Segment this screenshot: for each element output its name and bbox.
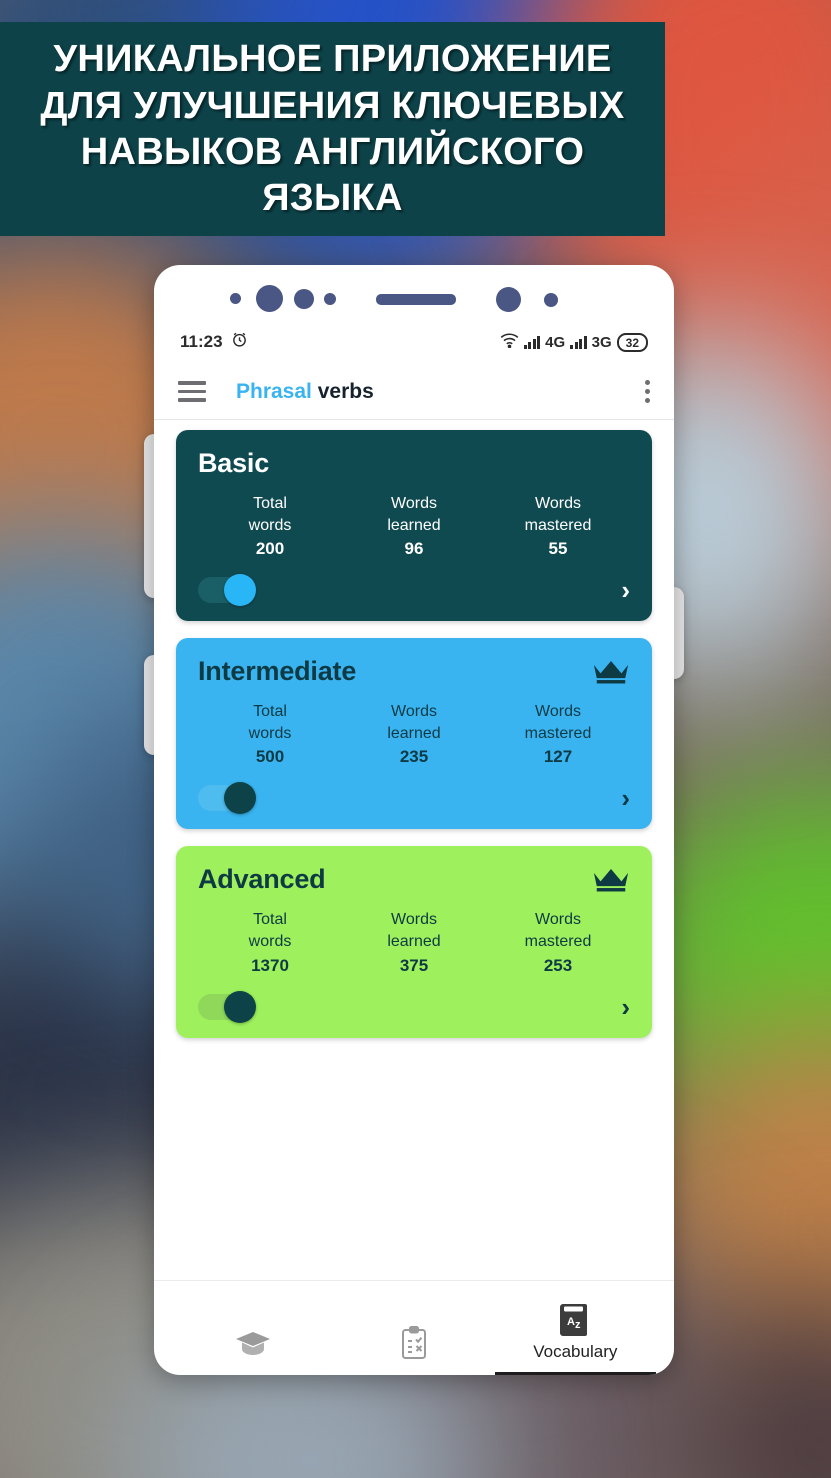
stat-total-words: Total words 500 (198, 701, 342, 767)
network-type-4g: 4G (545, 333, 566, 351)
stat-label-line2: mastered (524, 516, 592, 534)
stat-words-mastered: Words mastered 127 (486, 701, 630, 767)
decorative-dot-icon (230, 293, 241, 304)
stat-label-line1: Words (535, 911, 581, 929)
level-card-title: Basic (198, 448, 270, 478)
nav-tab-label: Vocabulary (533, 1342, 618, 1361)
hamburger-menu-icon[interactable] (178, 381, 206, 402)
stat-value: 500 (255, 747, 285, 767)
stat-label-line1: Words (535, 703, 581, 721)
more-vertical-icon[interactable] (645, 380, 650, 403)
stat-words-learned: Words learned 375 (342, 909, 486, 975)
stat-value: 235 (399, 747, 429, 767)
level-enable-toggle[interactable] (198, 574, 256, 607)
level-card-footer: › (198, 573, 630, 607)
stat-words-mastered: Words mastered 55 (486, 493, 630, 559)
stat-total-words: Total words 1370 (198, 909, 342, 975)
stat-label-line1: Words (535, 495, 581, 512)
stat-label-line1: Total (253, 495, 287, 512)
decorative-dot-icon (324, 293, 336, 305)
stat-label-line2: mastered (524, 724, 592, 742)
front-camera-icon (496, 287, 521, 312)
level-card-intermediate[interactable]: Intermediate Total words 500 Words learn… (176, 638, 652, 830)
level-card-title: Intermediate (198, 656, 357, 687)
stat-label-line1: Words (391, 703, 437, 721)
decorative-dot-icon (544, 293, 558, 307)
earpiece-speaker-bar-icon (376, 294, 456, 305)
signal-bars-icon (570, 335, 587, 349)
promo-line-2: ДЛЯ УЛУЧШЕНИЯ КЛЮЧЕВЫХ (40, 84, 625, 127)
nav-tab-vocabulary[interactable]: A z Vocabulary (494, 1281, 656, 1375)
stat-label-line1: Words (391, 911, 437, 929)
stat-label-line2: mastered (524, 932, 592, 950)
level-card-advanced[interactable]: Advanced Total words 1370 Words learned (176, 846, 652, 1038)
status-bar-left: 11:23 (180, 331, 248, 353)
stat-value: 1370 (251, 955, 289, 975)
app-bar: Phrasal verbs (154, 364, 674, 420)
decorative-dot-icon (294, 289, 314, 309)
alarm-icon (231, 331, 248, 353)
status-bar: 11:23 4G 3G 32 (154, 320, 674, 364)
stat-words-mastered: Words mastered 253 (486, 909, 630, 975)
phone-top-decoration (154, 265, 674, 320)
battery-indicator: 32 (616, 332, 648, 352)
signal-bars-icon (523, 335, 541, 349)
level-stats: Total words 500 Words learned 235 Words (198, 701, 630, 767)
stat-total-words: Total words 200 (198, 493, 342, 559)
premium-crown-icon (593, 869, 629, 892)
status-bar-right: 4G 3G 32 (500, 332, 648, 352)
nav-tab-learn[interactable] (172, 1281, 333, 1375)
stat-value: 200 (255, 539, 285, 559)
stat-label-line1: Words (391, 495, 437, 512)
stat-value: 96 (404, 539, 424, 559)
stat-words-learned: Words learned 96 (342, 493, 486, 559)
stat-value: 127 (543, 747, 573, 767)
page-title-accent: Phrasal (236, 379, 312, 403)
stat-words-learned: Words learned 235 (342, 701, 486, 767)
page-title-main: verbs (317, 379, 374, 403)
stat-value: 375 (399, 955, 429, 975)
level-card-title: Advanced (198, 864, 326, 895)
stat-label-line2: words (248, 516, 292, 534)
stat-label-line1: Total (253, 703, 287, 721)
premium-crown-icon (593, 661, 629, 684)
bottom-navigation-bar: A z Vocabulary (154, 1280, 674, 1375)
open-level-chevron-icon[interactable]: › (621, 577, 630, 603)
level-card-list: Basic Total words 200 Words learned 96 W… (154, 420, 674, 1280)
promo-line-1: УНИКАЛЬНОЕ ПРИЛОЖЕНИЕ (53, 38, 612, 81)
level-enable-toggle[interactable] (198, 990, 256, 1023)
level-card-footer: › (198, 781, 630, 815)
stat-label-line2: words (248, 724, 292, 742)
stat-label-line2: learned (387, 516, 441, 534)
clipboard-checklist-icon (400, 1323, 428, 1363)
wifi-icon (500, 333, 519, 352)
graduation-cap-icon (235, 1323, 271, 1363)
promo-banner-headline: УНИКАЛЬНОЕ ПРИЛОЖЕНИЕ ДЛЯ УЛУЧШЕНИЯ КЛЮЧ… (0, 36, 665, 221)
level-card-footer: › (198, 990, 630, 1024)
stat-value: 253 (543, 955, 573, 975)
stat-label-line2: learned (387, 932, 441, 950)
decorative-dot-icon (256, 285, 283, 312)
promo-banner: УНИКАЛЬНОЕ ПРИЛОЖЕНИЕ ДЛЯ УЛУЧШЕНИЯ КЛЮЧ… (0, 22, 665, 236)
stat-label-line2: learned (387, 724, 441, 742)
level-card-basic[interactable]: Basic Total words 200 Words learned 96 W… (176, 430, 652, 622)
level-stats: Total words 200 Words learned 96 Words m (198, 493, 630, 559)
open-level-chevron-icon[interactable]: › (621, 994, 630, 1020)
svg-text:z: z (575, 1319, 581, 1331)
promo-line-3: НАВЫКОВ АНГЛИЙСКОГО ЯЗЫКА (80, 131, 585, 220)
network-type-3g: 3G (591, 333, 612, 351)
svg-text:A: A (567, 1316, 575, 1328)
stat-label-line1: Total (253, 911, 287, 929)
clock-time: 11:23 (180, 332, 223, 351)
stat-label-line2: words (248, 932, 292, 950)
phone-mockup: 11:23 4G 3G 32 Phrasal verbs Basic Total… (154, 265, 674, 1375)
open-level-chevron-icon[interactable]: › (621, 785, 630, 811)
az-dictionary-book-icon: A z (558, 1300, 592, 1340)
level-stats: Total words 1370 Words learned 375 Words (198, 909, 630, 975)
stat-value: 55 (548, 539, 568, 559)
nav-tab-tests[interactable] (333, 1281, 494, 1375)
page-title: Phrasal verbs (236, 380, 374, 404)
level-enable-toggle[interactable] (198, 782, 256, 815)
